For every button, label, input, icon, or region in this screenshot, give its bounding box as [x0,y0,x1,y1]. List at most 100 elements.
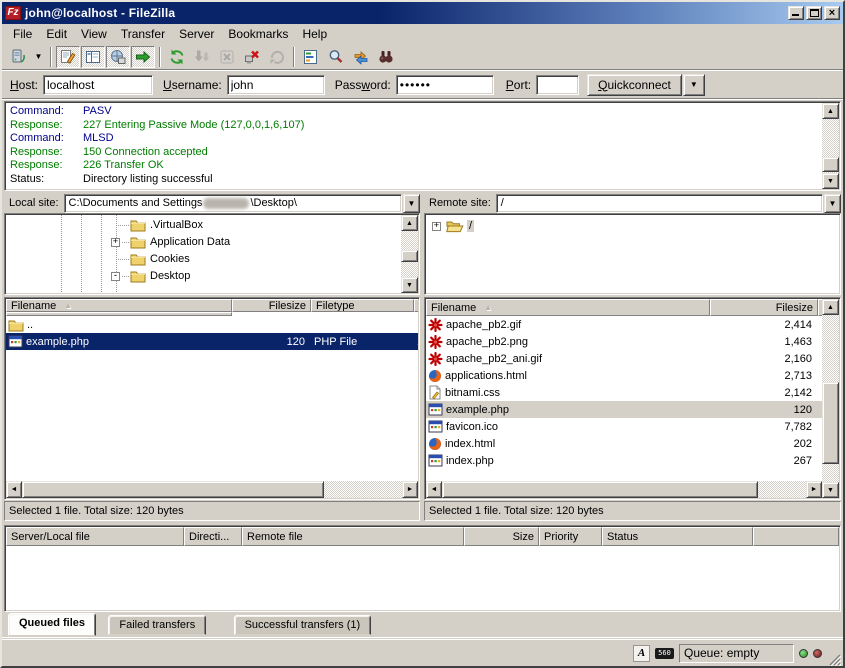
find-files-button[interactable] [374,46,398,68]
scroll-down-icon[interactable]: ▼ [822,482,839,498]
menu-bookmarks[interactable]: Bookmarks [221,25,295,43]
file-row-apache-pb2-png[interactable]: apache_pb2.png1,463 [426,333,822,350]
queue-column-size[interactable]: Size [464,527,539,546]
tab-successful-transfers-1-[interactable]: Successful transfers (1) [234,615,372,635]
collapse-minus-icon[interactable]: - [111,272,120,281]
disconnect-button[interactable] [240,46,264,68]
refresh-button[interactable] [165,46,189,68]
php-file-icon [8,335,23,348]
toggle-remote-tree-button[interactable] [106,46,130,68]
site-manager-button[interactable] [6,46,30,68]
menu-help[interactable]: Help [295,25,334,43]
file-row-example-php[interactable]: example.php120PHP File1 [6,333,418,350]
maximize-button[interactable] [806,6,822,20]
synchronized-browsing-button[interactable] [349,46,373,68]
file-row-bitnami-css[interactable]: bitnami.css2,142 [426,384,822,401]
tree-item-desktop[interactable]: -Desktop [6,268,418,285]
scroll-right-icon[interactable]: ► [402,481,418,498]
remote-hscrollbar[interactable]: ◄ ► [426,481,822,498]
toggle-transfer-queue-button[interactable] [131,46,155,68]
file-row-apache-pb2-ani-gif[interactable]: apache_pb2_ani.gif2,160 [426,350,822,367]
column-header-filetype[interactable]: Filetype [311,299,414,312]
column-header-filesize[interactable]: Filesize [710,299,818,316]
queue-column-server-local-file[interactable]: Server/Local file [6,527,184,546]
column-header-filename[interactable]: Filename▲ [6,299,232,312]
queue-column-status[interactable]: Status [602,527,753,546]
remote-site-combo-arrow-icon[interactable]: ▼ [824,194,841,213]
log-line-type: Response: [10,159,83,173]
scroll-right-icon[interactable]: ► [806,481,822,498]
file-row-apache-pb2-gif[interactable]: apache_pb2.gif2,414 [426,316,822,333]
password-field[interactable] [396,75,494,95]
menu-server[interactable]: Server [172,25,221,43]
redacted-username [203,198,249,209]
scroll-down-icon[interactable]: ▼ [822,173,839,189]
directory-comparison-button[interactable] [324,46,348,68]
local-tree-pane: .VirtualBox+Application DataCookies-Desk… [4,213,420,295]
tree-item--virtualbox[interactable]: .VirtualBox [6,217,418,234]
column-header-l[interactable]: L [414,299,418,312]
file-row-favicon-ico[interactable]: favicon.ico7,782 [426,418,822,435]
column-header-filename[interactable]: Filename▲ [426,299,710,316]
file-size-cell: 2,142 [710,387,818,399]
scroll-up-icon[interactable]: ▲ [401,215,418,231]
menu-transfer[interactable]: Transfer [114,25,172,43]
menu-view[interactable]: View [74,25,114,43]
speed-limit-icon[interactable]: 560 [655,648,674,659]
minimize-button[interactable] [788,6,804,20]
tree-item-application-data[interactable]: +Application Data [6,234,418,251]
scroll-left-icon[interactable]: ◄ [6,481,22,498]
tree-item-cookies[interactable]: Cookies [6,251,418,268]
host-field[interactable] [43,75,153,95]
transfer-queue-list[interactable] [6,546,839,610]
column-header-filesize[interactable]: Filesize [232,299,311,312]
message-log-scrollbar[interactable]: ▲ ▼ [822,103,839,189]
scroll-thumb[interactable] [822,157,839,172]
tree-connector [116,259,130,260]
scroll-thumb[interactable] [822,382,839,464]
tab-queued-files[interactable]: Queued files [8,613,96,636]
quickconnect-dropdown-icon[interactable]: ▼ [683,74,705,96]
file-row-example-php[interactable]: example.php120 [426,401,822,418]
html-file-icon [428,369,442,383]
file-row-index-php[interactable]: index.php267 [426,452,822,469]
menu-edit[interactable]: Edit [39,25,74,43]
local-hscrollbar[interactable]: ◄ ► [6,481,418,498]
quickconnect-button[interactable]: Quickconnect [587,74,682,96]
tree-item-root[interactable]: +/ [426,218,839,235]
scroll-left-icon[interactable]: ◄ [426,481,442,498]
local-tree-scrollbar[interactable]: ▲ ▼ [401,215,418,293]
process-queue-button [190,46,214,68]
toggle-local-tree-button[interactable] [81,46,105,68]
remote-site-combo[interactable]: / [496,194,823,213]
site-manager-dropdown-button[interactable]: ▼ [31,46,46,68]
expand-plus-icon[interactable]: + [111,238,120,247]
port-field[interactable] [536,75,579,95]
queue-column-priority[interactable]: Priority [539,527,602,546]
file-name-cell: favicon.ico [426,420,710,433]
expand-plus-icon[interactable]: + [432,222,441,231]
log-line-text: 227 Entering Passive Mode (127,0,0,1,6,1… [83,119,304,133]
file-row-applications-html[interactable]: applications.html2,713 [426,367,822,384]
scroll-thumb[interactable] [442,481,758,498]
directory-listing-filters-button[interactable] [299,46,323,68]
local-site-combo-arrow-icon[interactable]: ▼ [403,194,420,213]
scroll-thumb[interactable] [22,481,324,498]
resize-grip[interactable] [827,652,841,666]
tab-failed-transfers[interactable]: Failed transfers [108,615,206,635]
close-button[interactable]: × [824,6,840,20]
toggle-message-log-button[interactable] [56,46,80,68]
file-size-cell: 2,713 [710,370,818,382]
file-row-index-html[interactable]: index.html202 [426,435,822,452]
file-row--[interactable]: .. [6,316,418,333]
remote-vscrollbar[interactable]: ▲ ▼ [822,299,839,498]
scroll-up-icon[interactable]: ▲ [822,103,839,119]
scroll-thumb[interactable] [401,250,418,262]
scroll-up-icon[interactable]: ▲ [822,299,839,315]
local-site-combo[interactable]: C:\Documents and Settings\Desktop\ [64,194,402,213]
queue-column-directi-[interactable]: Directi... [184,527,242,546]
queue-column-remote-file[interactable]: Remote file [242,527,464,546]
username-field[interactable] [227,75,325,95]
menu-file[interactable]: File [6,25,39,43]
scroll-down-icon[interactable]: ▼ [401,277,418,293]
